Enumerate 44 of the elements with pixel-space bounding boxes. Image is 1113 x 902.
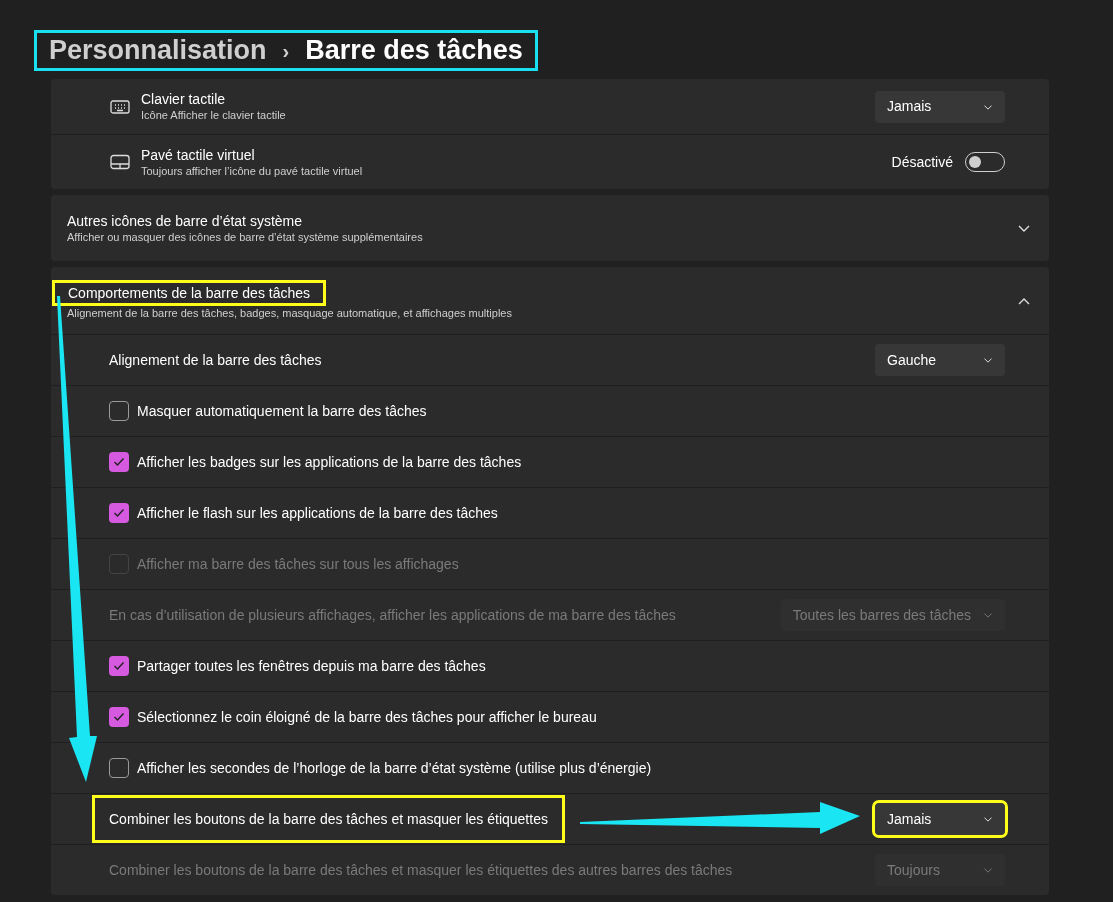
dropdown[interactable]: Gauche [875, 344, 1005, 376]
dropdown[interactable]: Jamais [875, 803, 1005, 835]
checkbox[interactable] [109, 707, 129, 727]
breadcrumb-separator: › [282, 38, 290, 64]
setting-label: En cas d’utilisation de plusieurs affichages, afficher les applications de ma barre des tâches [109, 606, 676, 625]
setting-label: Combiner les boutons de la barre des tâches et masquer les étiquettes des autres barres des tâches [109, 861, 733, 880]
section-description: Afficher ou masquer des icônes de barre d’état système supplémentaires [67, 229, 423, 245]
setting-label: Partager toutes les fenêtres depuis ma barre des tâches [137, 657, 486, 676]
section-description: Alignement de la barre des tâches, badges, masquage automatique, et affichages multiples [66, 306, 512, 321]
chevron-down-icon [983, 865, 993, 875]
setting-description: Toujours afficher l’icône du pavé tactile virtuel [141, 163, 364, 179]
checkbox[interactable] [109, 503, 129, 523]
setting-title: Pavé tactile virtuel [141, 145, 256, 164]
check-icon [113, 508, 125, 518]
chevron-down-icon [983, 610, 993, 620]
breadcrumb-parent[interactable]: Personnalisation [49, 30, 267, 71]
setting-label: Afficher ma barre des tâches sur tous les affichages [137, 555, 459, 574]
setting-label: Alignement de la barre des tâches [109, 351, 322, 370]
setting-description: Icône Afficher le clavier tactile [141, 108, 287, 123]
section-header[interactable]: Autres icônes de barre d’état système Afficher ou masquer des icônes de barre d’état système supplémentaires [51, 195, 1049, 261]
chevron-down-icon [983, 814, 993, 824]
section-title: Comportements de la barre des tâches [52, 280, 326, 306]
setting-label: Afficher les badges sur les applications de la barre des tâches [137, 453, 522, 472]
dropdown[interactable]: Jamais [875, 90, 1005, 123]
check-icon [113, 661, 125, 671]
toggle-state-label: Désactivé [891, 152, 953, 172]
setting-label: Afficher les secondes de l’horloge de la barre d’état système (utilise plus d’énergie) [137, 759, 652, 778]
setting-label: Sélectionnez le coin éloigné de la barre des tâches pour afficher le bureau [137, 708, 597, 727]
check-icon [113, 712, 125, 722]
checkbox[interactable] [109, 401, 129, 421]
section-header[interactable]: Comportements de la barre des tâches Alignement de la barre des tâches, badges, masquage automatique, et affichages multiples [51, 267, 1049, 334]
page-title: Barre des tâches [305, 34, 523, 68]
checkbox[interactable] [109, 452, 129, 472]
checkbox[interactable] [109, 656, 129, 676]
setting-label: Combiner les boutons de la barre des tâches et masquer les étiquettes [92, 795, 565, 843]
touchpad-icon [110, 154, 130, 170]
setting-label: Masquer automatiquement la barre des tâches [137, 402, 427, 421]
chevron-down-icon [983, 355, 993, 365]
setting-title: Clavier tactile [141, 90, 227, 108]
checkbox[interactable] [109, 758, 129, 778]
section-title: Autres icônes de barre d’état système [67, 211, 302, 230]
check-icon [113, 457, 125, 467]
keyboard-icon [110, 98, 130, 115]
setting-label: Afficher le flash sur les applications de la barre des tâches [137, 504, 498, 523]
